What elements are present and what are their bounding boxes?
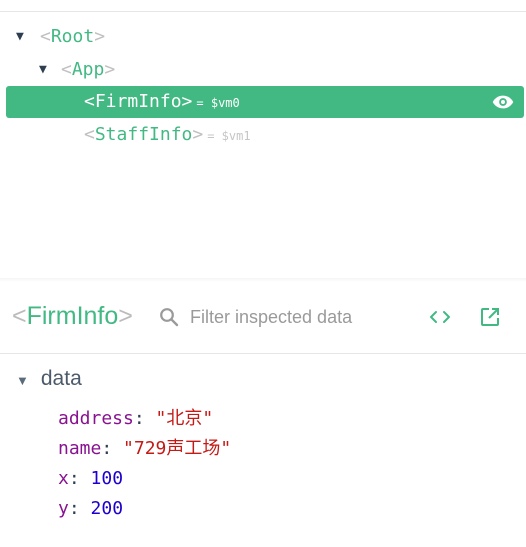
property-value[interactable]: "北京" (156, 408, 214, 429)
property-value[interactable]: 200 (91, 498, 124, 519)
tag-close-bracket: > (192, 124, 204, 145)
tag-close-bracket: > (181, 91, 193, 112)
code-icon[interactable] (429, 307, 451, 327)
property-value[interactable]: "729声工场" (123, 438, 231, 459)
inspected-component-title: <FirmInfo> (12, 300, 133, 332)
data-property[interactable]: name: "729声工场" (58, 435, 231, 463)
property-key: address (58, 408, 134, 429)
search-icon (160, 308, 179, 327)
tag-close-bracket: > (104, 59, 116, 80)
data-section-header[interactable]: ▼ data (16, 365, 82, 393)
tag-open-bracket: < (61, 59, 72, 80)
eye-icon[interactable] (492, 94, 514, 110)
tag-close-bracket: > (94, 26, 106, 47)
tag-open-bracket: < (40, 26, 51, 47)
property-key: name (58, 438, 102, 459)
vm-reference: = $vm0 (196, 96, 240, 110)
open-in-new-icon[interactable] (480, 307, 500, 327)
tag-open-bracket: < (84, 91, 95, 112)
data-inspector: ▼ data address: "北京" name: "729声工场" x: 10… (0, 355, 526, 547)
title-close-bracket: > (118, 302, 133, 330)
tag-open-bracket: < (84, 124, 95, 145)
top-border (0, 11, 526, 12)
component-tree: ▼ <Root> ▼ <App> <FirmInfo> = $vm0 <Staff… (0, 0, 526, 280)
data-section-title: data (40, 367, 82, 390)
tree-node-staffinfo[interactable]: <StaffInfo> = $vm1 (6, 119, 524, 150)
data-property[interactable]: x: 100 (58, 465, 123, 493)
data-property[interactable]: address: "北京" (58, 405, 213, 433)
title-component-name: FirmInfo (26, 302, 119, 330)
tree-node-name: StaffInfo (94, 124, 193, 145)
tree-node-app[interactable]: ▼ <App> (6, 54, 524, 85)
vm-reference: = $vm1 (207, 129, 251, 143)
property-key: x (58, 468, 69, 489)
tree-node-root[interactable]: ▼ <Root> (6, 21, 524, 52)
inspector-toolbar: <FirmInfo> (0, 282, 526, 354)
data-property[interactable]: y: 200 (58, 495, 123, 523)
expand-arrow-icon[interactable]: ▼ (39, 54, 47, 85)
tree-node-name: Root (50, 26, 95, 47)
tree-node-firminfo-selected[interactable]: <FirmInfo> = $vm0 (6, 86, 524, 118)
filter-input[interactable] (190, 302, 400, 332)
property-key: y (58, 498, 69, 519)
tree-node-name: App (71, 59, 105, 80)
property-value[interactable]: 100 (91, 468, 124, 489)
title-open-bracket: < (12, 302, 27, 330)
expand-arrow-icon[interactable]: ▼ (16, 21, 24, 52)
tree-node-name: FirmInfo (94, 91, 182, 112)
collapse-arrow-icon[interactable]: ▼ (16, 373, 29, 388)
